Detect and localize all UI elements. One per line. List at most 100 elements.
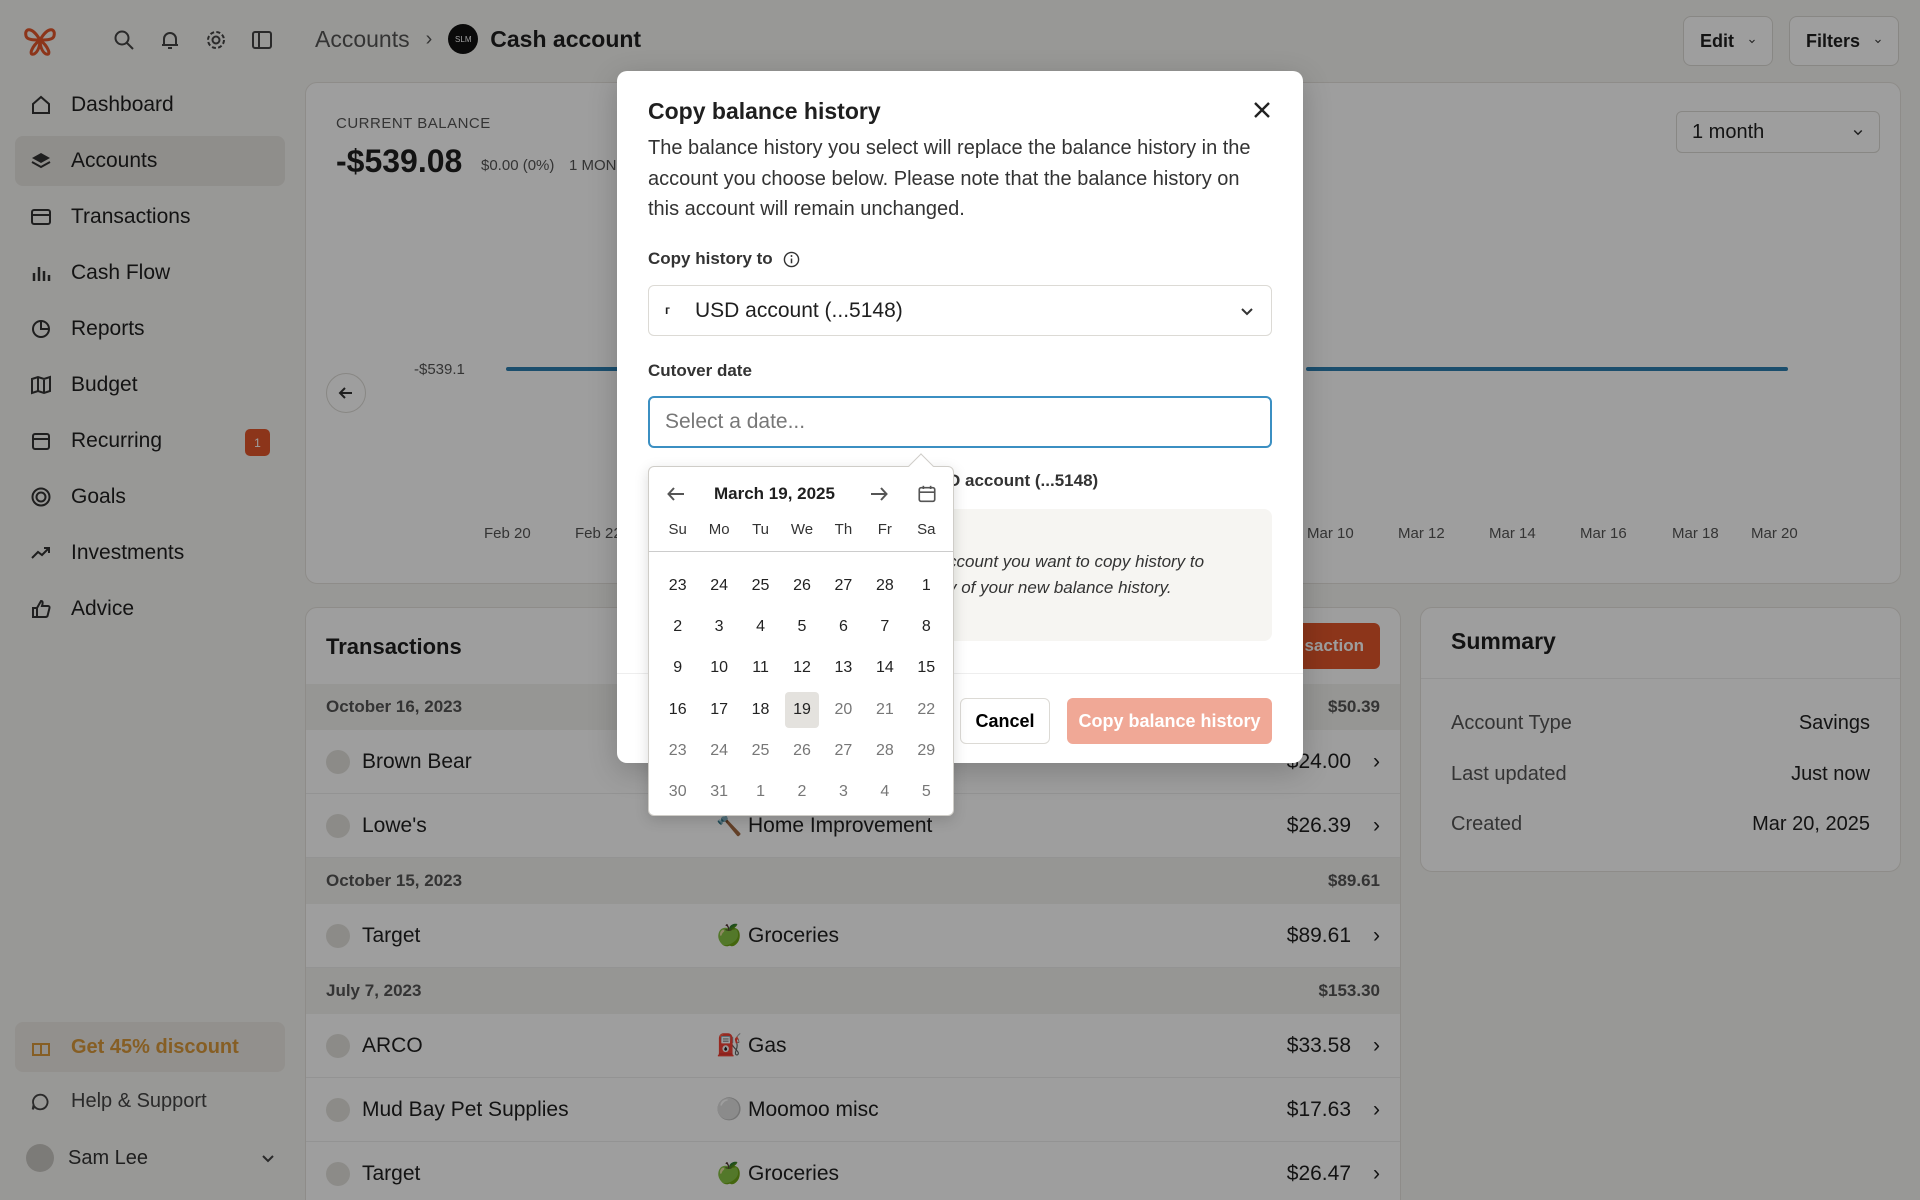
calendar-day-number: 25 <box>751 576 770 594</box>
copy-to-account-select[interactable]: ᴦ USD account (...5148) <box>648 285 1272 336</box>
calendar-day-number: 15 <box>917 659 936 677</box>
calendar-day-number: 16 <box>668 700 687 718</box>
calendar-day-number: 22 <box>917 700 936 718</box>
calendar-day-number: 24 <box>710 576 729 594</box>
calendar-day[interactable]: 24 <box>698 730 739 771</box>
calendar-day[interactable]: 25 <box>740 730 781 771</box>
arrow-left-icon[interactable] <box>665 483 687 505</box>
cutover-date-label: Cutover date <box>648 361 752 380</box>
calendar-day[interactable]: 12 <box>781 648 822 689</box>
divider <box>649 551 953 552</box>
calendar-day-number: 21 <box>875 700 894 718</box>
calendar-day-number: 4 <box>880 783 890 801</box>
calendar-day-number: 26 <box>793 741 811 759</box>
calendar-day-number: 2 <box>797 783 807 801</box>
calendar-day[interactable]: 25 <box>740 565 781 606</box>
weekday-label: Tu <box>752 521 770 538</box>
calendar-day-number: 20 <box>834 700 853 718</box>
info-icon[interactable] <box>783 251 800 268</box>
calendar-day[interactable]: 28 <box>864 565 905 606</box>
account-logo-icon: ᴦ <box>665 302 670 317</box>
weekday-label: We <box>790 521 814 538</box>
chevron-down-icon <box>1241 307 1253 315</box>
calendar-day[interactable]: 4 <box>864 771 905 812</box>
calendar-day[interactable]: 2 <box>657 606 698 647</box>
calendar-day-number: 11 <box>752 659 769 677</box>
calendar-day-grid: 23 24 25 26 27 28 1 2 3 4 5 6 7 8 9 10 11 12 13 14 15 16 17 18 1… <box>657 565 947 813</box>
selected-account: USD account (...5148) <box>695 298 903 322</box>
calendar-day[interactable]: 16 <box>657 689 698 730</box>
calendar-day[interactable]: 9 <box>657 648 698 689</box>
calendar-day[interactable]: 1 <box>906 565 947 606</box>
calendar-day[interactable]: 6 <box>823 606 864 647</box>
calendar-day[interactable]: 14 <box>864 648 905 689</box>
calendar-day[interactable]: 26 <box>781 730 822 771</box>
calendar-day-number: 2 <box>673 617 683 635</box>
calendar-day[interactable]: 31 <box>698 771 739 812</box>
calendar-day[interactable]: 24 <box>698 565 739 606</box>
calendar-day[interactable]: 3 <box>823 771 864 812</box>
cancel-button[interactable]: Cancel <box>960 698 1050 744</box>
calendar-day-number: 5 <box>921 783 931 801</box>
calendar-day[interactable]: 5 <box>906 771 947 812</box>
calendar-day-number: 19 <box>784 691 819 728</box>
info-note-line: ccount you want to copy history to <box>948 552 1205 571</box>
weekday-label: Su <box>668 521 687 538</box>
calendar-day-number: 1 <box>921 576 931 594</box>
calendar-day[interactable]: 18 <box>740 689 781 730</box>
calendar-day-number: 3 <box>838 783 848 801</box>
calendar-day[interactable]: 11 <box>740 648 781 689</box>
calendar-day[interactable]: 5 <box>781 606 822 647</box>
calendar-day[interactable]: 29 <box>906 730 947 771</box>
calendar-day-number: 6 <box>838 617 848 635</box>
calendar-day[interactable]: 21 <box>864 689 905 730</box>
calendar-day-number: 9 <box>673 659 683 677</box>
calendar-day[interactable]: 27 <box>823 565 864 606</box>
calendar-icon[interactable] <box>917 484 937 504</box>
calendar-day[interactable]: 22 <box>906 689 947 730</box>
calendar-day[interactable]: 8 <box>906 606 947 647</box>
calendar-day-number: 7 <box>880 617 890 635</box>
calendar-day-number: 28 <box>875 576 894 594</box>
calendar-day[interactable]: 23 <box>657 730 698 771</box>
calendar-day[interactable]: 4 <box>740 606 781 647</box>
calendar-day[interactable]: 26 <box>781 565 822 606</box>
calendar-day-number: 1 <box>756 783 766 801</box>
calendar-day-number: 27 <box>834 576 853 594</box>
calendar-day[interactable]: 30 <box>657 771 698 812</box>
dialog-description: The balance history you select will repl… <box>648 137 1251 220</box>
calendar-day[interactable]: 2 <box>781 771 822 812</box>
copy-to-label-text: Copy history to <box>648 249 773 268</box>
weekday-label: Sa <box>917 521 936 538</box>
calendar-day-number: 31 <box>710 783 729 801</box>
info-note-line: y of your new balance history. <box>948 578 1172 597</box>
calendar-day-number: 4 <box>756 617 766 635</box>
calendar-day-number: 26 <box>793 576 811 594</box>
calendar-day[interactable]: 10 <box>698 648 739 689</box>
calendar-day[interactable]: 27 <box>823 730 864 771</box>
close-icon[interactable] <box>1249 97 1275 123</box>
calendar-day[interactable]: 17 <box>698 689 739 730</box>
weekday-label: Mo <box>708 521 730 538</box>
calendar-day-number: 17 <box>710 700 729 718</box>
cutover-date-input[interactable] <box>648 396 1272 448</box>
calendar-day-selected[interactable]: 19 <box>781 689 822 730</box>
calendar-day[interactable]: 13 <box>823 648 864 689</box>
copy-balance-history-button[interactable]: Copy balance history <box>1067 698 1272 744</box>
calendar-day-number: 29 <box>917 741 936 759</box>
calendar-day[interactable]: 20 <box>823 689 864 730</box>
calendar-day-number: 13 <box>834 659 853 677</box>
calendar-day-number: 25 <box>751 741 770 759</box>
calendar-day[interactable]: 15 <box>906 648 947 689</box>
calendar-day[interactable]: 3 <box>698 606 739 647</box>
calendar-day[interactable]: 28 <box>864 730 905 771</box>
calendar-day[interactable]: 1 <box>740 771 781 812</box>
calendar-day-number: 28 <box>875 741 894 759</box>
preview-account-label: D account (...5148) <box>948 471 1099 490</box>
calendar-day[interactable]: 7 <box>864 606 905 647</box>
date-picker-popup: March 19, 2025 Su Mo Tu We Th Fr Sa 23 24 25 26 27… <box>648 453 954 816</box>
dialog-title: Copy balance history <box>648 98 881 124</box>
arrow-right-icon[interactable] <box>868 483 890 505</box>
calendar-day-number: 23 <box>668 741 687 759</box>
calendar-day[interactable]: 23 <box>657 565 698 606</box>
